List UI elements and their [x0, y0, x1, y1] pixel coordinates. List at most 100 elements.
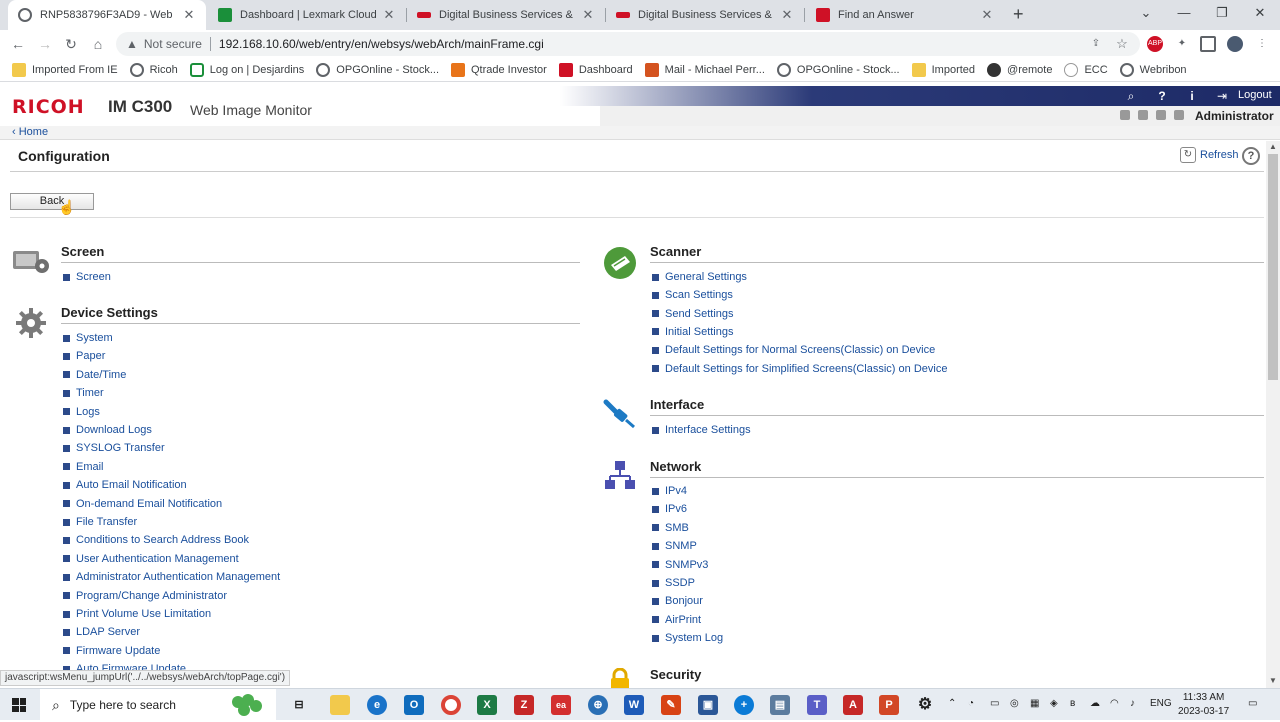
windows-start-icon[interactable]: [12, 698, 26, 712]
home-label[interactable]: Home: [19, 126, 48, 138]
settings-link[interactable]: IPv6: [652, 503, 687, 515]
settings-link[interactable]: User Authentication Management: [63, 553, 239, 565]
logout-icon[interactable]: ⇥: [1214, 89, 1230, 103]
back-arrow-icon[interactable]: ←: [9, 35, 27, 53]
settings-link[interactable]: Conditions to Search Address Book: [63, 534, 249, 546]
language-indicator[interactable]: ENG: [1150, 698, 1172, 709]
notification-icon[interactable]: ▭: [1248, 698, 1257, 709]
settings-link[interactable]: Logs: [63, 406, 100, 418]
forward-arrow-icon[interactable]: →: [36, 35, 54, 53]
back-button[interactable]: Back: [10, 193, 94, 210]
tray-wifi-icon[interactable]: ◠: [1110, 698, 1119, 709]
link-label[interactable]: Scan Settings: [665, 289, 733, 301]
menu-dots-icon[interactable]: ⋮: [1254, 36, 1270, 52]
link-label[interactable]: Auto Email Notification: [76, 479, 187, 491]
extensions-icon[interactable]: ✦: [1174, 36, 1190, 52]
tray-app2-icon[interactable]: ◈: [1050, 698, 1058, 709]
settings-link[interactable]: SSDP: [652, 577, 695, 589]
tab-digital-business-1[interactable]: Digital Business Services & Printi ✕: [407, 0, 605, 30]
close-icon[interactable]: ✕: [780, 7, 794, 23]
security-label[interactable]: Not secure: [144, 37, 202, 51]
help-icon[interactable]: ?: [1154, 89, 1170, 103]
acrobat-icon[interactable]: A: [843, 695, 863, 715]
tray-onedrive-icon[interactable]: ☁: [1090, 698, 1100, 709]
link-label[interactable]: Default Settings for Normal Screens(Clas…: [665, 344, 935, 356]
tray-volume-icon[interactable]: ♪: [1130, 698, 1135, 709]
link-label[interactable]: Send Settings: [665, 308, 734, 320]
side-panel-icon[interactable]: [1200, 36, 1216, 52]
bookmark-ecc[interactable]: ECC: [1064, 62, 1108, 77]
bookmark-webribon[interactable]: Webribon: [1119, 62, 1187, 77]
link-label[interactable]: Email: [76, 461, 104, 473]
address-bar[interactable]: ▲ Not secure 192.168.10.60/web/entry/en/…: [116, 32, 1140, 56]
refresh-button[interactable]: ↻ Refresh: [1180, 147, 1239, 163]
taskbar-clock[interactable]: 11:33 AM 2023-03-17: [1178, 691, 1229, 719]
link-interface-settings[interactable]: Interface Settings: [652, 424, 751, 436]
link-screen[interactable]: Screen: [63, 271, 111, 283]
bookmark-imported[interactable]: Imported: [911, 62, 975, 77]
settings-link[interactable]: SMB: [652, 522, 689, 534]
close-icon[interactable]: ✕: [182, 7, 196, 23]
settings-link[interactable]: Timer: [63, 387, 104, 399]
new-tab-icon[interactable]: +: [1013, 4, 1024, 25]
bookmark-ricoh[interactable]: Ricoh: [129, 62, 178, 77]
bookmark-qtrade[interactable]: Qtrade Investor: [451, 62, 547, 77]
link-label[interactable]: SNMP: [665, 540, 697, 552]
search-icon[interactable]: ⌕: [1123, 89, 1139, 104]
link-label[interactable]: Initial Settings: [665, 326, 733, 338]
ea-app-icon[interactable]: ea: [551, 695, 571, 715]
settings-link[interactable]: Print Volume Use Limitation: [63, 608, 211, 620]
settings-link[interactable]: LDAP Server: [63, 626, 140, 638]
link-label[interactable]: Bonjour: [665, 595, 703, 607]
settings-link[interactable]: Date/Time: [63, 369, 126, 381]
settings-link[interactable]: Initial Settings: [652, 326, 733, 338]
scroll-up-icon[interactable]: ▲: [1269, 142, 1277, 151]
link-label[interactable]: Default Settings for Simplified Screens(…: [665, 363, 947, 375]
settings-link[interactable]: Default Settings for Normal Screens(Clas…: [652, 344, 935, 356]
teams-icon[interactable]: T: [807, 695, 827, 715]
link-label[interactable]: SNMPv3: [665, 559, 708, 571]
settings-link[interactable]: System Log: [652, 632, 723, 644]
settings-link[interactable]: SNMP: [652, 540, 697, 552]
tray-monitor-icon[interactable]: ▭: [990, 698, 999, 709]
link-label[interactable]: Interface Settings: [665, 424, 751, 436]
bookmark-imported-from-ie[interactable]: Imported From IE: [12, 62, 118, 77]
star-icon[interactable]: ☆: [1114, 36, 1130, 52]
logout-link[interactable]: Logout: [1238, 89, 1272, 101]
settings-link[interactable]: Default Settings for Simplified Screens(…: [652, 363, 947, 375]
settings-link[interactable]: General Settings: [652, 271, 747, 283]
scroll-down-icon[interactable]: ▼: [1269, 676, 1277, 685]
page-help-icon[interactable]: ?: [1242, 147, 1260, 165]
link-label[interactable]: Administrator Authentication Management: [76, 571, 280, 583]
link-label[interactable]: Paper: [76, 350, 105, 362]
settings-link[interactable]: Send Settings: [652, 308, 734, 320]
link-label[interactable]: Download Logs: [76, 424, 152, 436]
bookmark-mail[interactable]: Mail - Michael Perr...: [644, 62, 765, 77]
profile-avatar[interactable]: [1227, 36, 1243, 52]
settings-link[interactable]: SNMPv3: [652, 559, 708, 571]
settings-link[interactable]: Administrator Authentication Management: [63, 571, 280, 583]
close-icon[interactable]: ✕: [382, 7, 396, 23]
home-icon[interactable]: ⌂: [89, 35, 107, 53]
powerpoint-icon[interactable]: P: [879, 695, 899, 715]
settings-link[interactable]: Paper: [63, 350, 105, 362]
tab-search-chevron-icon[interactable]: ⌄: [1136, 5, 1156, 21]
link-label[interactable]: Screen: [76, 271, 111, 283]
settings-link[interactable]: Download Logs: [63, 424, 152, 436]
tab-digital-business-2[interactable]: Digital Business Services & Printi ✕: [606, 0, 804, 30]
bookmark-remote[interactable]: @remote: [987, 62, 1052, 77]
close-icon[interactable]: ✕: [980, 7, 994, 23]
tab-lexmark-dashboard[interactable]: Dashboard | Lexmark Cloud Serv ✕: [208, 0, 406, 30]
adblock-icon[interactable]: ABP: [1147, 36, 1163, 52]
settings-link[interactable]: Bonjour: [652, 595, 703, 607]
bookmark-desjardins[interactable]: Log on | Desjardins: [189, 62, 304, 77]
link-label[interactable]: IPv4: [665, 485, 687, 497]
link-label[interactable]: System Log: [665, 632, 723, 644]
settings-link[interactable]: On-demand Email Notification: [63, 498, 222, 510]
minimize-icon[interactable]: —: [1174, 5, 1194, 20]
excel-icon[interactable]: X: [477, 695, 497, 715]
link-label[interactable]: Print Volume Use Limitation: [76, 608, 211, 620]
window-close-icon[interactable]: ✕: [1250, 5, 1270, 21]
settings-link[interactable]: SYSLOG Transfer: [63, 442, 165, 454]
share-icon[interactable]: ⇪: [1088, 36, 1104, 52]
